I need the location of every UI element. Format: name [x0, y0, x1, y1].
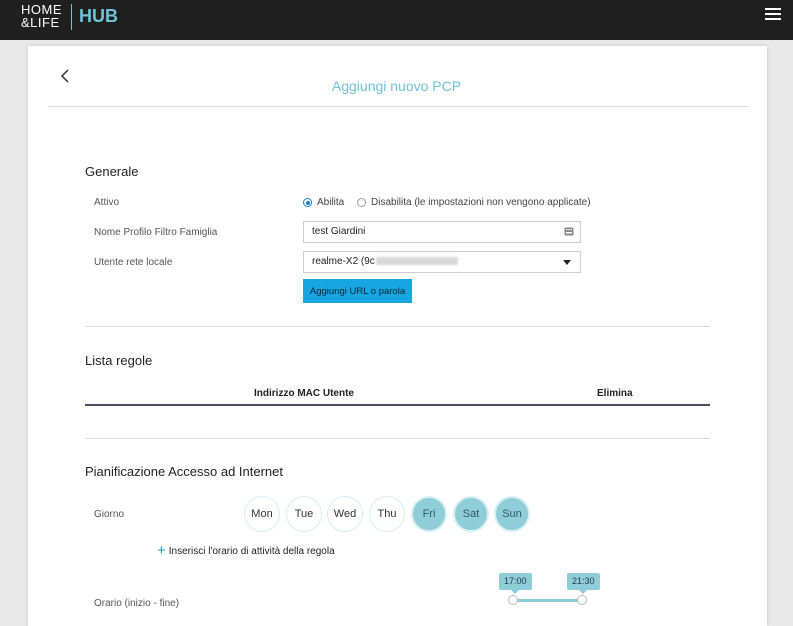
table-header-line [85, 404, 710, 406]
day-sun[interactable]: Sun [494, 496, 530, 532]
column-mac: Indirizzo MAC Utente [254, 388, 354, 399]
day-thu[interactable]: Thu [369, 496, 405, 532]
local-user-value: realme-X2 (9c [312, 256, 375, 267]
day-label: Giorno [94, 509, 125, 520]
time-range-label: Orario (inizio - fine) [94, 598, 180, 609]
title-divider [48, 106, 749, 107]
end-time-handle[interactable] [577, 595, 587, 605]
brand-hub: HUB [79, 6, 118, 26]
local-user-select[interactable]: realme-X2 (9c [303, 251, 581, 273]
logo: HOME &LIFE [21, 3, 65, 29]
chevron-down-icon [563, 260, 571, 265]
active-label: Attivo [94, 197, 120, 208]
section-schedule-title: Pianificazione Accesso ad Internet [85, 464, 284, 479]
hamburger-menu-icon[interactable] [765, 8, 781, 24]
section-rules-title: Lista regole [85, 353, 153, 368]
section-general-title: Generale [85, 164, 139, 179]
radio-disable[interactable]: Disabilita (le impostazioni non vengono … [357, 197, 591, 208]
add-time-label: Inserisci l'orario di attività della reg… [168, 545, 335, 557]
plus-icon: + [157, 542, 166, 559]
day-tue[interactable]: Tue [286, 496, 322, 532]
radio-enable-dot [303, 198, 312, 207]
radio-disable-dot [357, 198, 366, 207]
section-divider-2 [85, 438, 710, 439]
add-url-button[interactable]: Aggiungi URL o parola [303, 279, 412, 303]
keyboard-icon [564, 227, 574, 236]
time-slider-track [512, 599, 582, 602]
page-title: Aggiungi nuovo PCP [331, 78, 462, 94]
day-fri[interactable]: Fri [411, 496, 447, 532]
profile-name-input[interactable]: test Giardini [303, 221, 581, 243]
radio-enable-label: Abilita [317, 197, 345, 208]
logo-divider [71, 4, 72, 30]
radio-disable-label: Disabilita (le impostazioni non vengono … [371, 197, 591, 208]
top-bar: HOME &LIFE HUB [0, 0, 793, 40]
profile-name-value: test Giardini [312, 226, 366, 237]
add-time-button[interactable]: + Inserisci l'orario di attività della r… [157, 542, 335, 559]
day-sat[interactable]: Sat [453, 496, 489, 532]
start-time-handle[interactable] [508, 595, 518, 605]
end-time-tag: 21:30 [567, 573, 600, 594]
day-wed[interactable]: Wed [327, 496, 363, 532]
radio-enable[interactable]: Abilita [303, 197, 344, 208]
start-time-tag: 17:00 [499, 573, 532, 594]
profile-name-label: Nome Profilo Filtro Famiglia [94, 227, 218, 238]
content-card [28, 46, 767, 626]
section-divider-1 [85, 326, 710, 327]
redacted-mac [375, 257, 458, 266]
logo-life-text: &LIFE [21, 15, 60, 30]
local-user-label: Utente rete locale [94, 257, 173, 268]
day-mon[interactable]: Mon [244, 496, 280, 532]
column-delete: Elimina [597, 388, 633, 399]
